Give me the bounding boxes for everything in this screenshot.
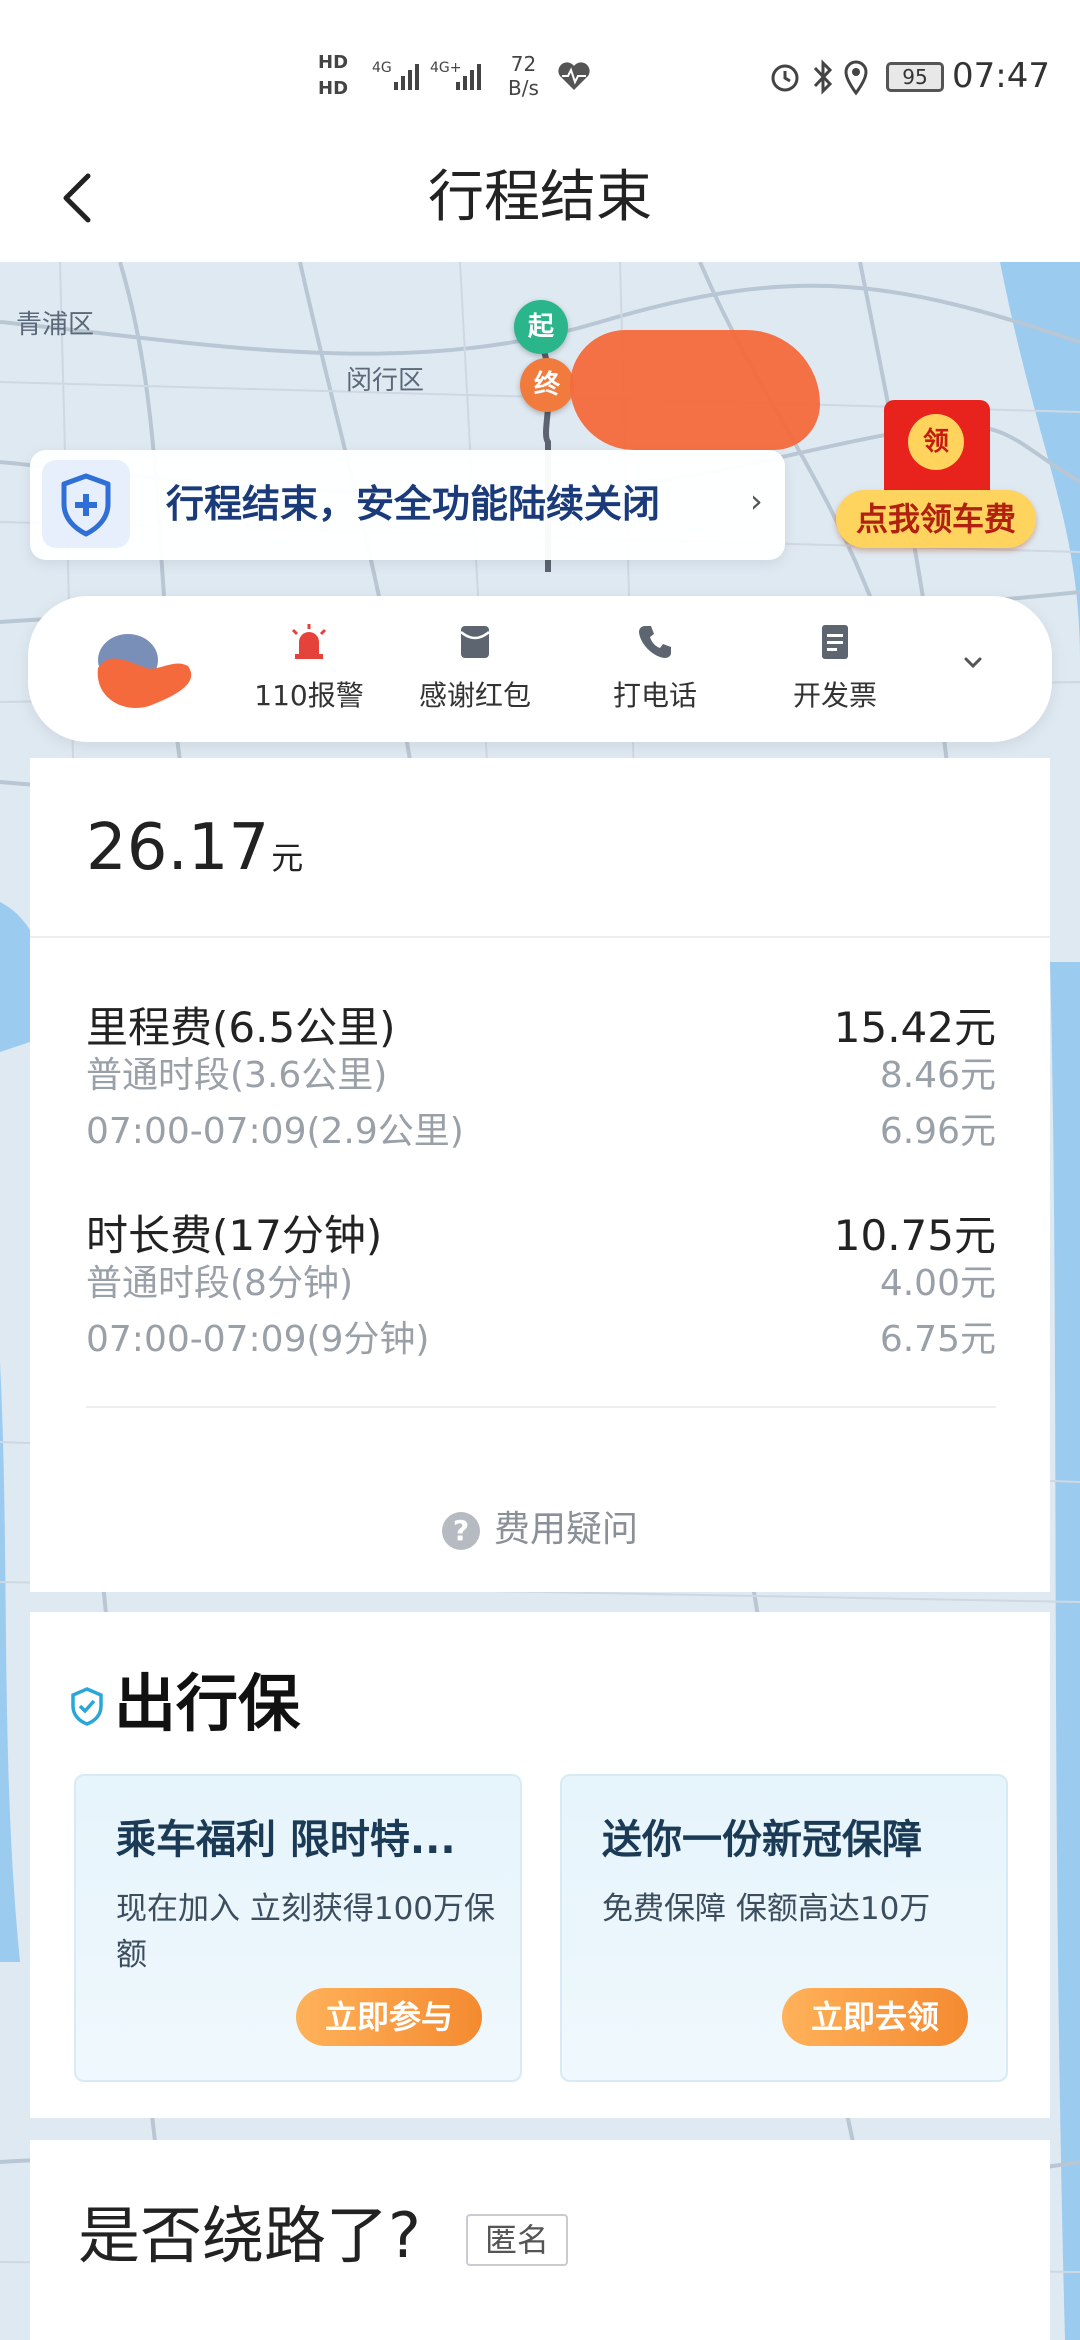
trip-action-bar: 110报警 感谢红包 打电话 开发票 xyxy=(28,596,1052,742)
hd-indicator: HD HD xyxy=(318,50,348,102)
subfee-label: 07:00-07:09(2.9公里) xyxy=(86,1111,464,1152)
action-call[interactable]: 打电话 xyxy=(570,622,740,714)
signal-4g-plus-icon: 4G+ xyxy=(430,60,481,90)
offer-desc: 免费保障 保额高达10万 xyxy=(602,1891,931,1927)
join-now-button[interactable]: 立即参与 xyxy=(296,1988,482,2046)
fare-total-unit: 元 xyxy=(271,839,304,877)
network-speed: 72 B/s xyxy=(508,52,539,100)
claim-now-button[interactable]: 立即去领 xyxy=(782,1988,968,2046)
fee-label: 里程费(6.5公里) xyxy=(86,1003,396,1052)
offer-title: 乘车福利 限时特... xyxy=(116,1817,456,1863)
alarm-light-icon xyxy=(291,624,327,659)
alarm-clock-icon xyxy=(771,64,799,92)
hd1-label: HD xyxy=(318,52,349,73)
fee-question-label: 费用疑问 xyxy=(493,1509,638,1550)
svg-text:4G+: 4G+ xyxy=(430,60,462,76)
end-marker: 终 xyxy=(520,358,574,412)
subfee-amount: 6.75元 xyxy=(879,1319,996,1360)
travel-insurance-card: 出行保 乘车福利 限时特... 现在加入 立刻获得100万保额 立即参与 送你一… xyxy=(30,1612,1050,2118)
offer-title: 送你一份新冠保障 xyxy=(602,1817,922,1863)
speed-value: 72 xyxy=(510,52,537,76)
detour-question: 是否绕路了? xyxy=(78,2199,421,2272)
status-bar: HD HD 4G 4G+ 72 B/s 95 07:47 xyxy=(0,0,1080,150)
location-icon xyxy=(844,60,868,96)
signal-4g-icon: 4G xyxy=(372,60,419,90)
map-label-qingpu: 青浦区 xyxy=(16,310,95,340)
nav-header: 行程结束 xyxy=(0,150,1080,262)
subfee-amount: 6.96元 xyxy=(879,1111,996,1152)
fee-label: 时长费(17分钟) xyxy=(86,1211,383,1260)
safety-banner-text: 行程结束，安全功能陆续关闭 xyxy=(166,482,661,526)
red-packet-promo[interactable]: 领 点我领车费 xyxy=(836,400,1036,560)
hd2-label: HD xyxy=(318,78,349,99)
divider xyxy=(86,1406,996,1408)
shield-plus-icon xyxy=(42,460,130,548)
start-marker: 起 xyxy=(514,300,568,354)
subfee-amount: 8.46元 xyxy=(879,1055,996,1096)
phone-icon xyxy=(639,626,671,658)
action-label: 打电话 xyxy=(612,679,697,712)
health-heart-icon xyxy=(558,62,590,90)
red-envelope-seal: 领 xyxy=(908,414,964,470)
insurance-title: 出行保 xyxy=(114,1667,301,1740)
fee-amount: 10.75元 xyxy=(833,1211,996,1260)
subfee-label: 普通时段(3.6公里) xyxy=(86,1055,388,1096)
action-police-110[interactable]: 110报警 xyxy=(224,622,394,714)
map-label-minhang: 闵行区 xyxy=(346,366,425,396)
fee-amount: 15.42元 xyxy=(833,1003,996,1052)
red-packet-label: 点我领车费 xyxy=(836,490,1036,548)
redacted-address-blob xyxy=(570,330,820,450)
chevron-down-icon[interactable] xyxy=(958,648,988,678)
offer-desc: 现在加入 立刻获得100万保额 xyxy=(116,1891,496,1973)
shield-check-icon xyxy=(71,1687,103,1726)
page-title: 行程结束 xyxy=(428,165,652,230)
insurance-offer-card[interactable]: 送你一份新冠保障 免费保障 保额高达10万 立即去领 xyxy=(560,1774,1008,2082)
clock-time: 07:47 xyxy=(952,56,1050,96)
action-label: 开发票 xyxy=(792,679,877,712)
bluetooth-icon xyxy=(813,59,833,95)
safety-status-banner[interactable]: 行程结束，安全功能陆续关闭 › xyxy=(30,450,785,560)
fare-total-value: 26.17 xyxy=(86,811,270,885)
fare-total: 26.17元 xyxy=(86,810,303,896)
question-circle-icon: ? xyxy=(441,1512,480,1550)
action-thanks-red-packet[interactable]: 感谢红包 xyxy=(390,622,560,714)
subfee-label: 普通时段(8分钟) xyxy=(86,1263,353,1304)
chevron-right-icon: › xyxy=(750,482,763,520)
fee-question-link[interactable]: ? 费用疑问 xyxy=(30,1500,1050,1552)
subfee-amount: 4.00元 xyxy=(879,1263,996,1304)
driver-avatar[interactable] xyxy=(88,620,198,720)
red-envelope-icon xyxy=(460,626,490,658)
divider xyxy=(30,936,1050,938)
action-label: 110报警 xyxy=(254,679,364,712)
battery-indicator: 95 xyxy=(886,62,944,92)
svg-text:4G: 4G xyxy=(372,60,392,76)
anonymous-tag: 匿名 xyxy=(466,2214,568,2266)
subfee-label: 07:00-07:09(9分钟) xyxy=(86,1319,430,1360)
detour-feedback-card: 是否绕路了? 匿名 xyxy=(30,2140,1050,2340)
action-label: 感谢红包 xyxy=(418,679,531,712)
fare-detail-card: 26.17元 里程费(6.5公里) 15.42元 普通时段(3.6公里) 8.4… xyxy=(30,758,1050,1592)
speed-unit: B/s xyxy=(508,76,539,100)
insurance-offer-card[interactable]: 乘车福利 限时特... 现在加入 立刻获得100万保额 立即参与 xyxy=(74,1774,522,2082)
action-invoice[interactable]: 开发票 xyxy=(750,622,920,714)
invoice-icon xyxy=(822,625,848,659)
